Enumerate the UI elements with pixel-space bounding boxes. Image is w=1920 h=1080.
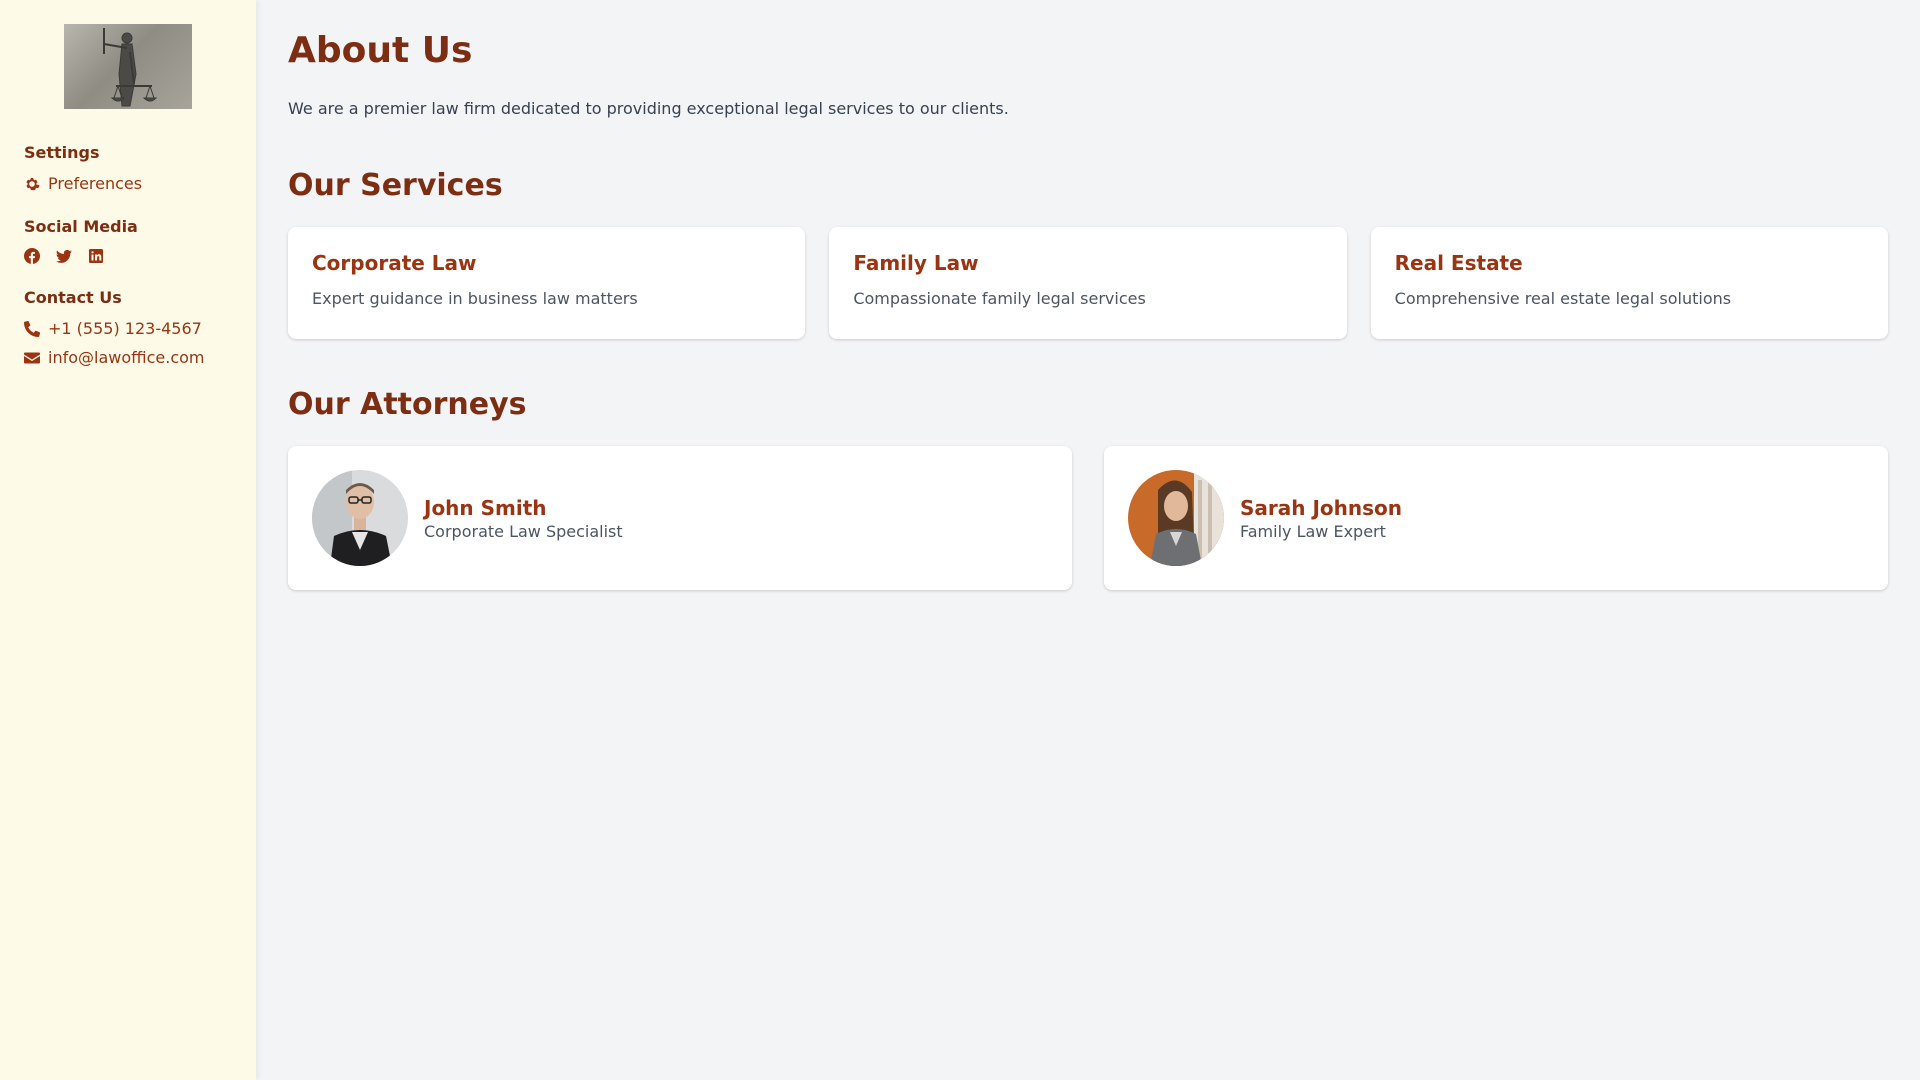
service-title: Corporate Law bbox=[312, 251, 477, 275]
phone-icon bbox=[24, 320, 40, 337]
preferences-label: Preferences bbox=[48, 174, 143, 193]
facebook-icon[interactable] bbox=[24, 248, 40, 264]
main-content: About Us We are a premier law firm dedic… bbox=[256, 0, 1920, 1080]
preferences-link[interactable]: Preferences bbox=[24, 174, 232, 193]
attorney-role: Family Law Expert bbox=[1240, 521, 1386, 541]
service-description: Expert guidance in business law matters bbox=[312, 289, 638, 308]
attorneys-grid: John Smith Corporate Law Specialist Sara bbox=[288, 446, 1888, 590]
social-media-section: Social Media bbox=[24, 217, 232, 264]
phone-link[interactable]: +1 (555) 123-4567 bbox=[24, 319, 232, 338]
social-media-title: Social Media bbox=[24, 217, 138, 236]
logo-lady-justice-image bbox=[64, 24, 192, 109]
phone-number: +1 (555) 123-4567 bbox=[48, 319, 202, 338]
services-title: Our Services bbox=[288, 168, 503, 203]
email-address: info@lawoffice.com bbox=[48, 348, 205, 367]
attorney-name: Sarah Johnson bbox=[1240, 495, 1403, 520]
service-description: Comprehensive real estate legal solution… bbox=[1394, 289, 1732, 308]
settings-title: Settings bbox=[24, 143, 100, 162]
twitter-icon[interactable] bbox=[56, 248, 72, 264]
gear-icon bbox=[26, 177, 40, 190]
contact-section: Contact Us +1 (555) 123-4567 info@lawoff… bbox=[24, 288, 232, 367]
attorney-info: Sarah Johnson Family Law Expert bbox=[1240, 496, 1402, 541]
contact-title: Contact Us bbox=[24, 288, 122, 307]
attorney-card-john-smith: John Smith Corporate Law Specialist bbox=[288, 446, 1072, 590]
settings-section: Settings Preferences bbox=[24, 143, 232, 193]
avatar bbox=[1128, 470, 1224, 566]
about-title: About Us bbox=[288, 30, 473, 71]
sidebar: Settings Preferences Social Media Contac… bbox=[0, 0, 256, 1080]
service-title: Family Law bbox=[853, 251, 979, 275]
service-card-real-estate: Real Estate Comprehensive real estate le… bbox=[1370, 227, 1888, 339]
attorneys-title: Our Attorneys bbox=[288, 387, 527, 422]
envelope-icon bbox=[24, 352, 40, 363]
email-link[interactable]: info@lawoffice.com bbox=[24, 348, 232, 367]
attorney-card-sarah-johnson: Sarah Johnson Family Law Expert bbox=[1104, 446, 1888, 590]
about-text: We are a premier law firm dedicated to p… bbox=[288, 99, 1009, 118]
linkedin-icon[interactable] bbox=[88, 248, 104, 264]
service-card-corporate-law: Corporate Law Expert guidance in busines… bbox=[288, 227, 806, 339]
attorney-role: Corporate Law Specialist bbox=[424, 521, 623, 541]
social-links bbox=[24, 248, 232, 264]
attorney-info: John Smith Corporate Law Specialist bbox=[424, 496, 623, 541]
avatar bbox=[312, 470, 408, 566]
service-title: Real Estate bbox=[1394, 251, 1523, 275]
service-card-family-law: Family Law Compassionate family legal se… bbox=[829, 227, 1347, 339]
service-description: Compassionate family legal services bbox=[853, 289, 1146, 308]
logo-container bbox=[24, 24, 232, 109]
attorney-name: John Smith bbox=[424, 495, 547, 520]
services-grid: Corporate Law Expert guidance in busines… bbox=[288, 227, 1888, 339]
